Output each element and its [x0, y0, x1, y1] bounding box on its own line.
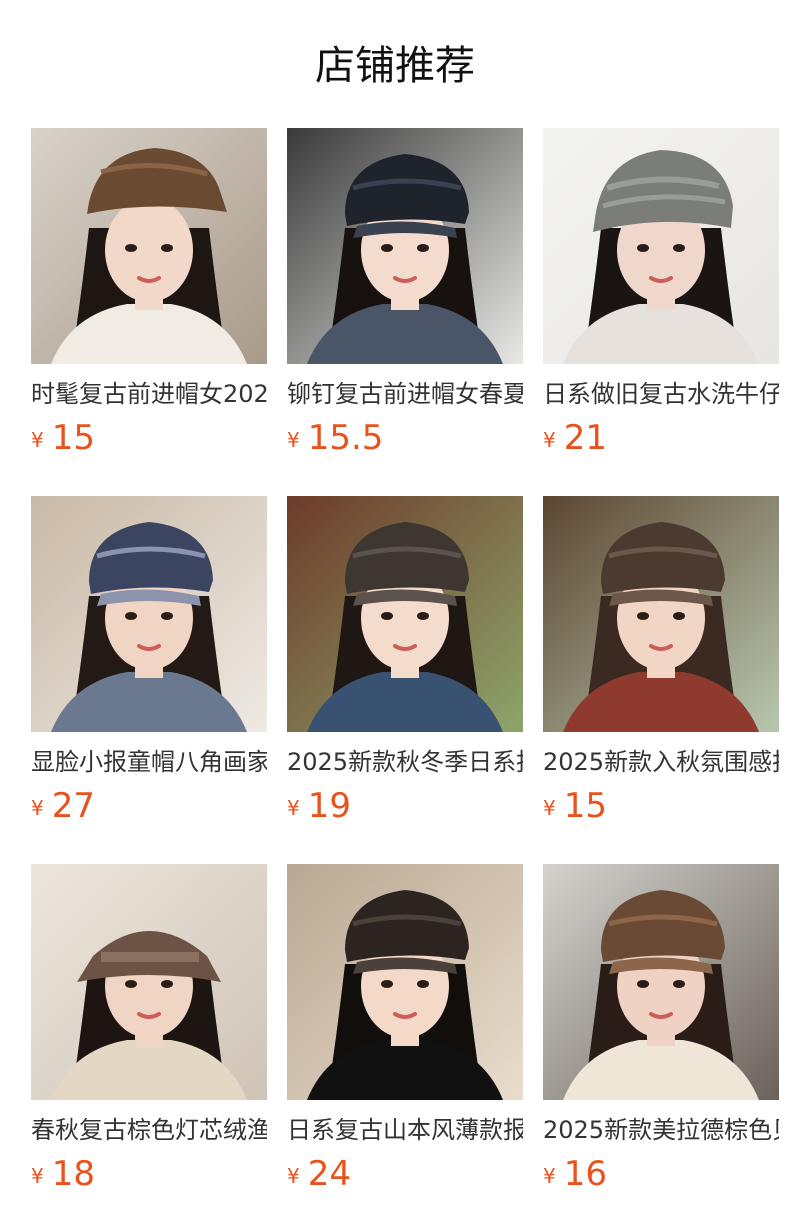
product-price: ¥24	[287, 1150, 351, 1198]
currency-symbol: ¥	[543, 796, 556, 820]
currency-symbol: ¥	[543, 1164, 556, 1188]
product-image[interactable]	[543, 128, 779, 364]
product-image[interactable]	[287, 496, 523, 732]
product-photo-illustration	[543, 496, 779, 732]
product-name[interactable]: 2025新款入秋氛围感报童帽	[543, 744, 779, 780]
product-name[interactable]: 日系复古山本风薄款报童帽	[287, 1112, 523, 1148]
price-value: 15	[51, 418, 95, 458]
product-card[interactable]: 日系做旧复古水洗牛仔 ¥21	[543, 128, 779, 496]
product-image[interactable]	[287, 128, 523, 364]
product-grid: 时髦复古前进帽女2025 ¥15 铆钉复古前进帽女春夏 ¥15.5 日系做旧复古…	[31, 128, 779, 1232]
store-recommendations-page: 店铺推荐 时髦复古前进帽女2025 ¥15 铆钉复古前进帽女春夏 ¥15.5 日…	[0, 0, 790, 1232]
currency-symbol: ¥	[287, 428, 300, 452]
product-price: ¥21	[543, 414, 607, 462]
product-card[interactable]: 铆钉复古前进帽女春夏 ¥15.5	[287, 128, 523, 496]
product-photo-illustration	[31, 864, 267, 1100]
currency-symbol: ¥	[31, 796, 44, 820]
price-value: 21	[563, 418, 607, 458]
product-card[interactable]: 2025新款秋冬季日系报童帽¥19	[287, 496, 523, 864]
product-image[interactable]	[543, 496, 779, 732]
price-value: 15	[563, 786, 607, 826]
product-price: ¥27	[31, 782, 95, 830]
price-value: 18	[51, 1154, 95, 1194]
currency-symbol: ¥	[31, 1164, 44, 1188]
product-name[interactable]: 铆钉复古前进帽女春夏	[287, 376, 523, 412]
price-value: 27	[51, 786, 95, 826]
product-name[interactable]: 时髦复古前进帽女2025	[31, 376, 267, 412]
product-card[interactable]: 显脸小报童帽八角画家帽¥27	[31, 496, 267, 864]
product-card[interactable]: 时髦复古前进帽女2025 ¥15	[31, 128, 267, 496]
product-image[interactable]	[31, 128, 267, 364]
product-name[interactable]: 2025新款美拉德棕色贝雷帽	[543, 1112, 779, 1148]
product-card[interactable]: 春秋复古棕色灯芯绒渔夫帽¥18	[31, 864, 267, 1232]
product-photo-illustration	[287, 864, 523, 1100]
product-card[interactable]: 日系复古山本风薄款报童帽¥24	[287, 864, 523, 1232]
price-value: 16	[563, 1154, 607, 1194]
product-price: ¥15	[543, 782, 607, 830]
currency-symbol: ¥	[31, 428, 44, 452]
product-price: ¥15	[31, 414, 95, 462]
product-card[interactable]: 2025新款美拉德棕色贝雷帽¥16	[543, 864, 779, 1232]
product-photo-illustration	[287, 128, 523, 364]
product-photo-illustration	[31, 496, 267, 732]
product-card[interactable]: 2025新款入秋氛围感报童帽¥15	[543, 496, 779, 864]
currency-symbol: ¥	[543, 428, 556, 452]
product-image[interactable]	[543, 864, 779, 1100]
currency-symbol: ¥	[287, 1164, 300, 1188]
product-image[interactable]	[287, 864, 523, 1100]
price-value: 15.5	[307, 418, 384, 458]
price-value: 19	[307, 786, 351, 826]
product-price: ¥15.5	[287, 414, 383, 462]
product-photo-illustration	[543, 864, 779, 1100]
product-name[interactable]: 2025新款秋冬季日系报童帽	[287, 744, 523, 780]
section-title: 店铺推荐	[315, 43, 475, 89]
product-name[interactable]: 显脸小报童帽八角画家帽	[31, 744, 267, 780]
product-price: ¥19	[287, 782, 351, 830]
product-photo-illustration	[31, 128, 267, 364]
product-image[interactable]	[31, 496, 267, 732]
product-price: ¥18	[31, 1150, 95, 1198]
product-photo-illustration	[543, 128, 779, 364]
currency-symbol: ¥	[287, 796, 300, 820]
product-name[interactable]: 日系做旧复古水洗牛仔	[543, 376, 779, 412]
price-value: 24	[307, 1154, 351, 1194]
product-image[interactable]	[31, 864, 267, 1100]
product-photo-illustration	[287, 496, 523, 732]
product-price: ¥16	[543, 1150, 607, 1198]
product-name[interactable]: 春秋复古棕色灯芯绒渔夫帽	[31, 1112, 267, 1148]
